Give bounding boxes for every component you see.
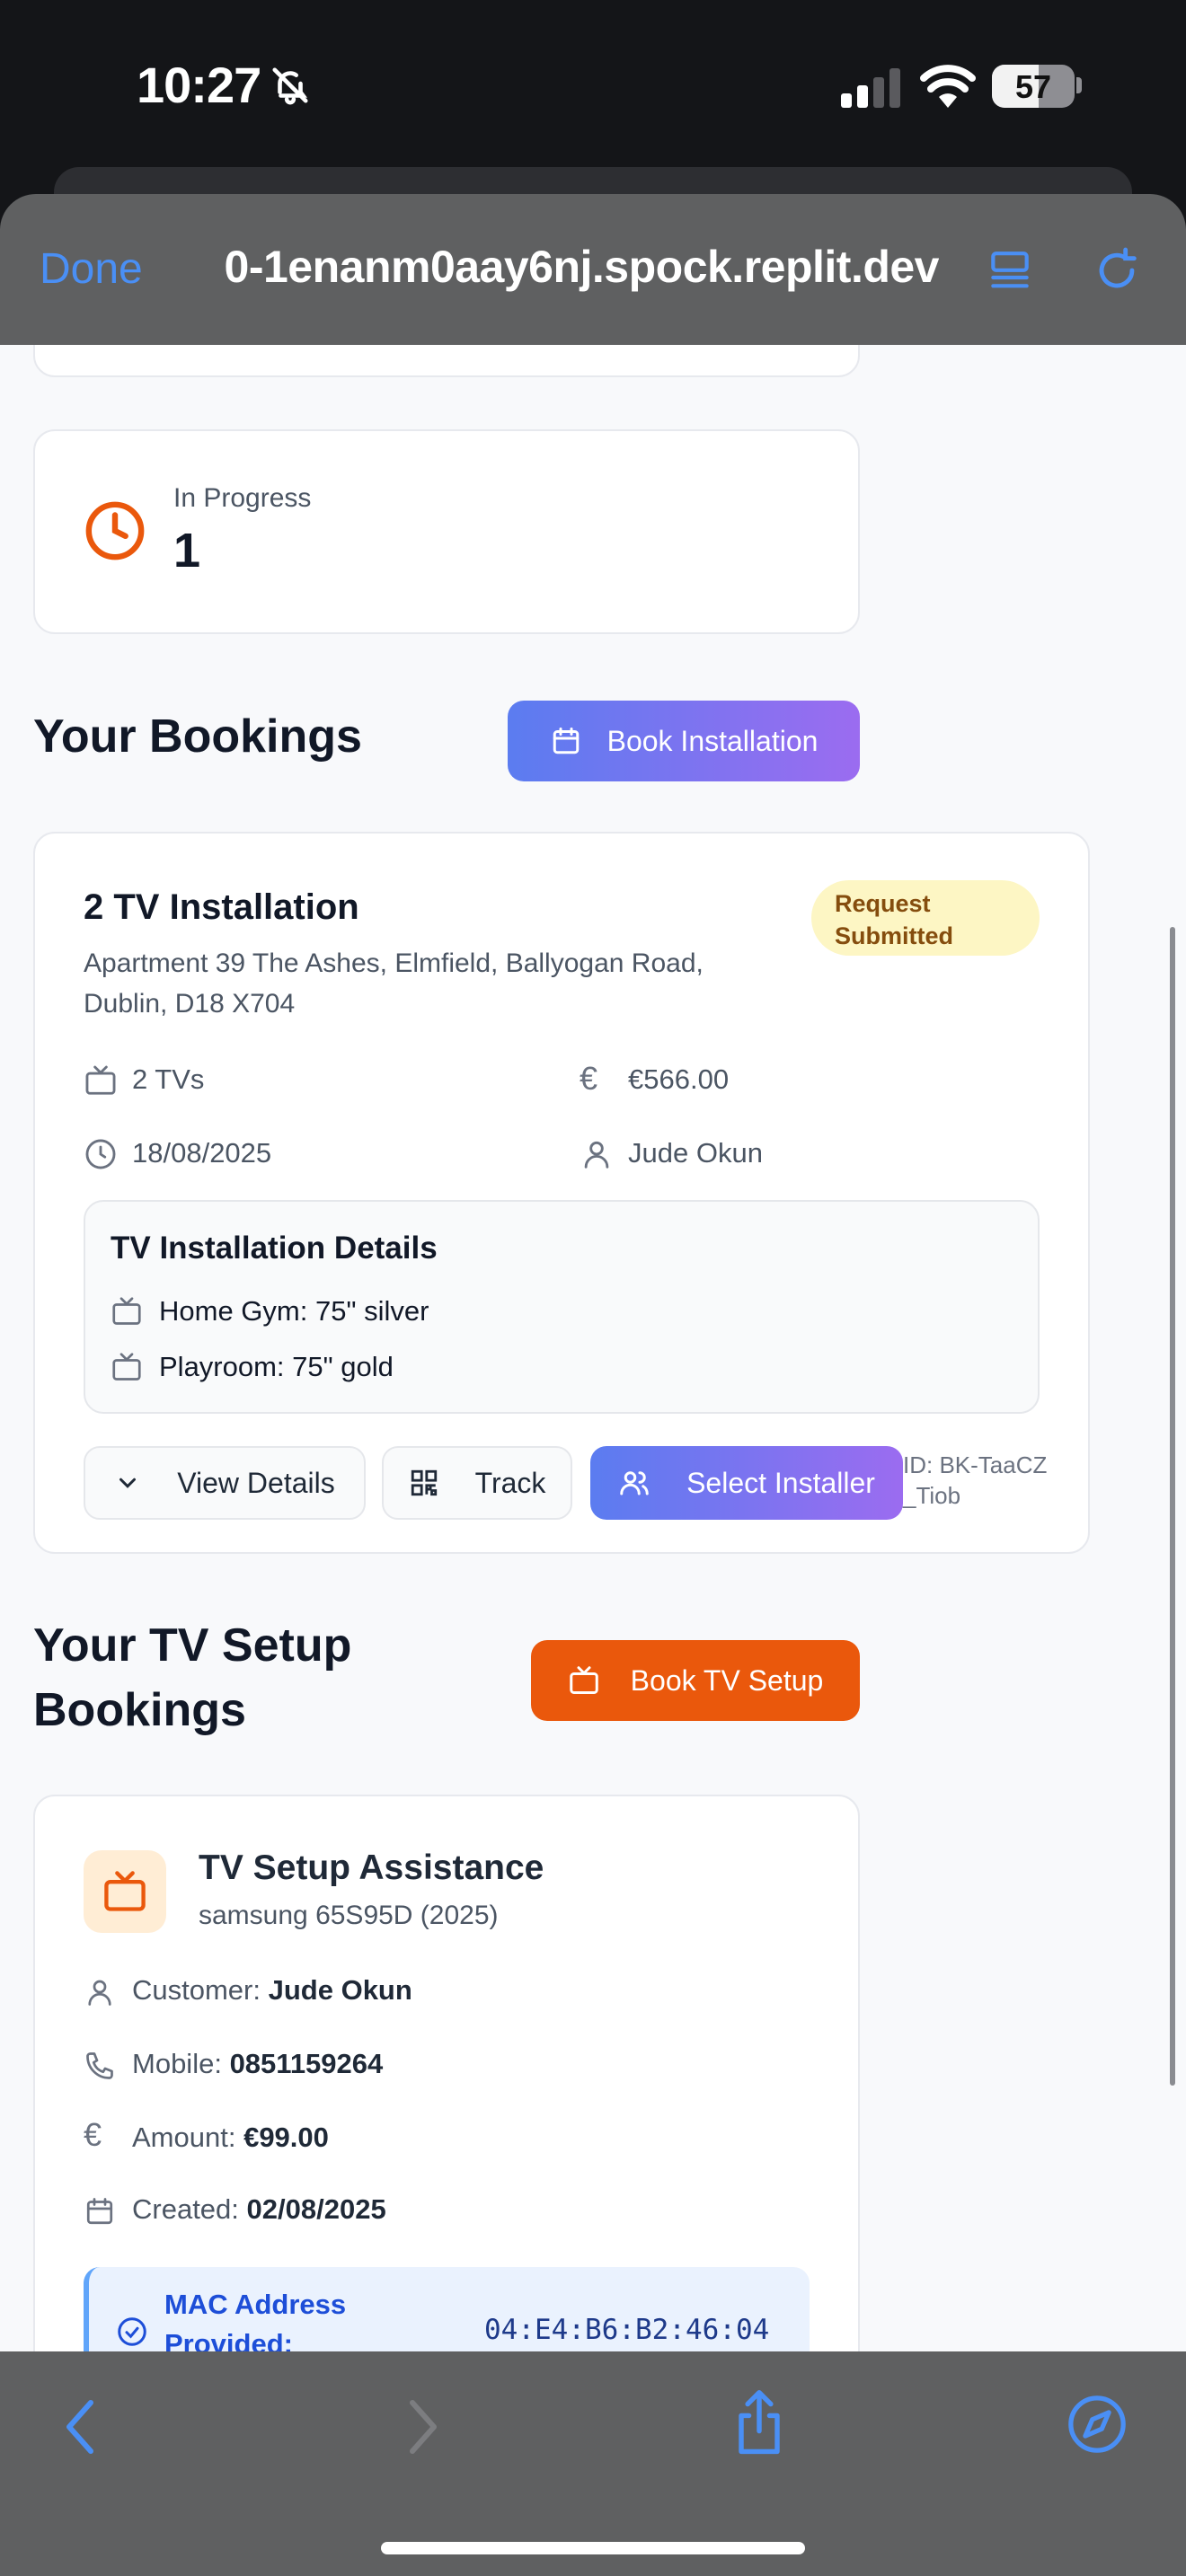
- in-progress-count: 1: [173, 524, 201, 578]
- qr-code-icon: [411, 1469, 437, 1496]
- customer-row: Customer: Jude Okun: [132, 1974, 412, 2007]
- compass-icon[interactable]: [1066, 2393, 1128, 2456]
- amount-value: €99.00: [243, 2122, 329, 2153]
- mobile-row: Mobile: 0851159264: [132, 2048, 383, 2080]
- customer-value: Jude Okun: [268, 1974, 412, 2006]
- phone-screen: 10:27 57 Done 0-1enanm0aay6nj.spock.repl…: [0, 0, 1186, 2576]
- clock-icon: [85, 1139, 116, 1169]
- reader-mode-icon[interactable]: [985, 246, 1035, 296]
- tv-setup-title: TV Setup Assistance: [199, 1848, 544, 1887]
- mobile-label: Mobile:: [132, 2048, 222, 2079]
- browser-bottom-bar: [0, 2351, 1186, 2576]
- tv-icon: [104, 1871, 146, 1911]
- amount-row: Amount: €99.00: [132, 2122, 329, 2154]
- clock: 10:27: [137, 57, 261, 113]
- chevron-down-icon: [119, 1478, 137, 1488]
- tv-count: 2 TVs: [132, 1063, 205, 1095]
- tv-icon: [569, 1666, 598, 1694]
- tv-setup-card: TV Setup Assistance samsung 65S95D (2025…: [33, 1795, 860, 2351]
- status-badge: Request Submitted: [811, 880, 1040, 956]
- booking-price: €566.00: [628, 1063, 730, 1095]
- tv-icon: [112, 1353, 141, 1381]
- book-installation-button[interactable]: Book Installation: [508, 701, 860, 781]
- booking-id: ID: BK-TaaCZ_Tiob: [903, 1451, 1048, 1509]
- in-progress-label: In Progress: [173, 483, 312, 513]
- euro-icon: €: [84, 2116, 102, 2153]
- book-tv-setup-button[interactable]: Book TV Setup: [531, 1640, 860, 1721]
- status-bar: 10:27 57: [0, 0, 1186, 221]
- url-text: 0-1enanm0aay6nj.spock.replit.dev: [224, 242, 939, 292]
- booking-title: 2 TV Installation: [84, 887, 359, 927]
- view-details-label: View Details: [177, 1466, 335, 1499]
- select-installer-label: Select Installer: [686, 1466, 875, 1499]
- home-indicator: [381, 2542, 805, 2554]
- created-row: Created: 02/08/2025: [132, 2193, 386, 2226]
- tv-setup-heading: Your TV Setup Bookings: [33, 1619, 352, 1736]
- amount-label: Amount:: [132, 2122, 236, 2153]
- created-label: Created:: [132, 2193, 239, 2225]
- forward-icon[interactable]: [403, 2395, 444, 2459]
- mac-label: MAC Address Provided:: [164, 2289, 347, 2351]
- browser-top-bar: Done 0-1enanm0aay6nj.spock.replit.dev: [0, 194, 1186, 345]
- stat-card-partial: [33, 345, 860, 377]
- tv-model: samsung 65S95D (2025): [199, 1901, 499, 1930]
- battery-indicator: 57: [992, 65, 1075, 108]
- battery-cap: [1076, 77, 1082, 93]
- view-details-button[interactable]: View Details: [84, 1446, 366, 1520]
- check-circle-icon: [118, 2317, 146, 2346]
- track-button[interactable]: Track: [382, 1446, 572, 1520]
- mobile-value: 0851159264: [229, 2048, 384, 2079]
- euro-icon: €: [580, 1060, 598, 1097]
- book-tv-setup-label: Book TV Setup: [630, 1663, 824, 1697]
- book-installation-label: Book Installation: [606, 724, 819, 757]
- select-installer-button[interactable]: Select Installer: [590, 1446, 903, 1520]
- tv-detail-item: Home Gym: 75" silver: [159, 1295, 429, 1327]
- tv-detail-item: Playroom: 75" gold: [159, 1351, 394, 1382]
- customer-label: Customer:: [132, 1974, 261, 2006]
- share-icon[interactable]: [728, 2387, 791, 2459]
- mac-address-box: MAC Address Provided: 04:E4:B6:B2:46:04: [84, 2267, 810, 2351]
- booking-customer: Jude Okun: [628, 1137, 763, 1169]
- wifi-icon: [920, 65, 976, 108]
- track-label: Track: [474, 1466, 546, 1499]
- mac-value: 04:E4:B6:B2:46:04: [484, 2314, 770, 2346]
- created-value: 02/08/2025: [246, 2193, 386, 2225]
- scrollbar[interactable]: [1170, 927, 1175, 2086]
- back-icon[interactable]: [59, 2395, 101, 2459]
- tv-setup-icon-tile: [84, 1850, 166, 1933]
- details-heading: TV Installation Details: [111, 1231, 438, 1266]
- user-icon: [88, 1980, 111, 2006]
- web-page: In Progress 1 Your Bookings Book Install…: [0, 345, 1186, 2351]
- in-progress-stat-card: In Progress 1: [33, 429, 860, 634]
- phone-icon: [86, 2052, 113, 2079]
- tv-icon: [85, 1065, 116, 1095]
- bookings-heading: Your Bookings: [33, 710, 362, 763]
- tv-icon: [112, 1297, 141, 1325]
- booking-address: Apartment 39 The Ashes, Elmfield, Ballyo…: [84, 948, 704, 1019]
- silent-bell-icon: [272, 67, 308, 105]
- url-field[interactable]: 0-1enanm0aay6nj.spock.replit.dev: [193, 241, 939, 304]
- calendar-icon: [86, 2198, 113, 2225]
- reload-icon[interactable]: [1091, 244, 1143, 296]
- calendar-icon: [553, 728, 579, 754]
- installation-details-box: TV Installation Details Home Gym: 75" si…: [84, 1200, 1040, 1414]
- clock-icon: [85, 501, 145, 560]
- done-button[interactable]: Done: [40, 244, 143, 294]
- users-icon: [620, 1471, 649, 1495]
- cell-signal-icon: [841, 68, 900, 108]
- user-icon: [584, 1141, 609, 1169]
- booking-date: 18/08/2025: [132, 1137, 272, 1169]
- battery-percent: 57: [1014, 68, 1052, 105]
- booking-card: 2 TV Installation Apartment 39 The Ashes…: [33, 832, 1090, 1554]
